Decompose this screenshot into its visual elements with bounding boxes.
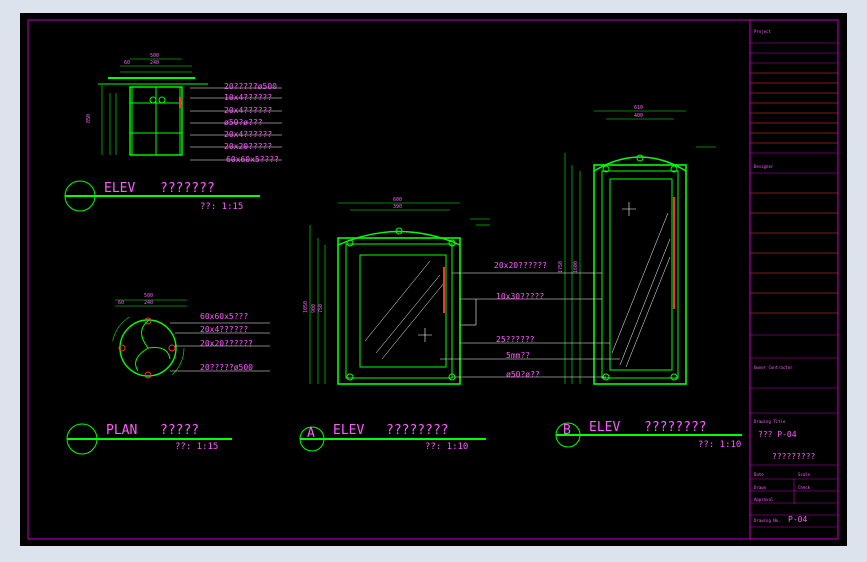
tb-row-2: Scale	[798, 472, 811, 477]
elevation-b: 610 400 1750 1600	[558, 105, 716, 385]
tb-sheet-label: ??? P-04	[758, 430, 797, 439]
dim-plan-top-3: 60	[118, 300, 124, 306]
callout-plan-2: 20x4??????	[200, 325, 248, 334]
elev-b-title: ELEV	[589, 420, 620, 435]
small-elev-scale: ??: 1:15	[200, 202, 243, 212]
title-block: Project Designer Owner Contractor Drawin…	[750, 29, 838, 528]
tb-sheet-no: P-04	[788, 515, 807, 524]
title-mark-elev-a: A ELEV ???????? ??: 1:10	[299, 423, 486, 452]
callout-door-5: ø50?ø??	[506, 370, 540, 379]
tb-drawing-title-value: ?????????	[772, 452, 816, 461]
elev-a-bubble: A	[307, 426, 315, 441]
elev-a-scale: ??: 1:10	[425, 442, 468, 452]
drawing-sheet: 500 240 60 850 20?????ø500 10x4?????? 20…	[27, 19, 839, 540]
plan-view: 500 240 60 60x60x5??? 20x4?????? 20x20??…	[111, 293, 270, 385]
callout-small-7: 60x60x5????	[226, 155, 279, 164]
callout-small-5: 20x4??????	[224, 130, 272, 139]
callout-small-4: ø50?ø???	[224, 118, 263, 127]
door-callouts: 20x20?????? 10x30????? 25?????? 5mm?? ø5…	[440, 261, 620, 379]
callout-small-1: 20?????ø500	[224, 82, 277, 91]
elev-b-subtitle: ????????	[644, 420, 707, 435]
callout-small-3: 20x4??????	[224, 106, 272, 115]
elev-b-scale: ??: 1:10	[698, 440, 741, 450]
outer-frame	[27, 19, 839, 540]
dim-a-left-3: 750	[318, 304, 324, 313]
title-mark-small-elev: ELEV ??????? ??: 1:15	[64, 180, 260, 212]
callout-plan-4: 20?????ø500	[200, 363, 253, 372]
small-elevation: 500 240 60 850 20?????ø500 10x4?????? 20…	[86, 53, 282, 164]
tb-consultant-label: Owner Contractor	[754, 365, 793, 370]
callout-door-4: 5mm??	[506, 351, 530, 360]
dim-small-top-1: 500	[150, 53, 159, 59]
dim-small-left: 850	[86, 114, 92, 123]
tb-row-4: Check	[798, 485, 811, 490]
screen: 500 240 60 850 20?????ø500 10x4?????? 20…	[0, 0, 867, 562]
callout-small-6: 20x20?????	[224, 142, 272, 151]
callout-small-2: 10x4??????	[224, 93, 272, 102]
dim-a-top-1: 600	[393, 197, 402, 203]
small-elev-title: ELEV	[104, 181, 135, 196]
tb-sheet-no-label: Drawing No.	[754, 518, 781, 523]
small-elev-subtitle: ???????	[160, 181, 215, 196]
title-mark-elev-b: B ELEV ???????? ??: 1:10	[555, 420, 742, 450]
tb-row-5: Approval	[754, 497, 774, 502]
plan-title: PLAN	[106, 423, 137, 438]
title-mark-plan: PLAN ????? ??: 1:15	[66, 423, 232, 455]
dim-small-top-2: 240	[150, 60, 159, 66]
tb-project-label: Project	[754, 29, 771, 34]
callout-door-1: 20x20??????	[494, 261, 547, 270]
callout-plan-3: 20x20??????	[200, 339, 253, 348]
plan-subtitle: ?????	[160, 423, 199, 438]
dim-a-left-2: 900	[311, 304, 317, 313]
callout-door-2: 10x30?????	[496, 292, 544, 301]
dim-plan-top-1: 500	[144, 293, 153, 299]
cad-drawing-canvas[interactable]: 500 240 60 850 20?????ø500 10x4?????? 20…	[20, 13, 847, 546]
dim-b-left-1: 1750	[558, 261, 564, 273]
elevation-a: 600 390 1050 900 750	[303, 197, 490, 385]
dim-small-top-3: 60	[124, 60, 130, 66]
tb-designer-label: Designer	[754, 164, 774, 169]
tb-row-3: Drawn	[754, 485, 767, 490]
dim-b-top-1: 610	[634, 105, 643, 111]
elev-b-bubble: B	[563, 423, 571, 438]
elev-a-subtitle: ????????	[386, 423, 449, 438]
callout-door-3: 25??????	[496, 335, 535, 344]
dim-b-left-2: 1600	[573, 261, 579, 273]
dim-plan-top-2: 240	[144, 300, 153, 306]
dim-a-left-1: 1050	[303, 301, 309, 313]
dim-b-top-2: 400	[634, 113, 643, 119]
tb-row-1: Date	[754, 472, 764, 477]
elev-a-title: ELEV	[333, 423, 364, 438]
tb-drawing-title-label: Drawing Title	[754, 419, 786, 424]
dim-a-top-2: 390	[393, 204, 402, 210]
callout-plan-1: 60x60x5???	[200, 312, 248, 321]
plan-scale: ??: 1:15	[175, 442, 218, 452]
